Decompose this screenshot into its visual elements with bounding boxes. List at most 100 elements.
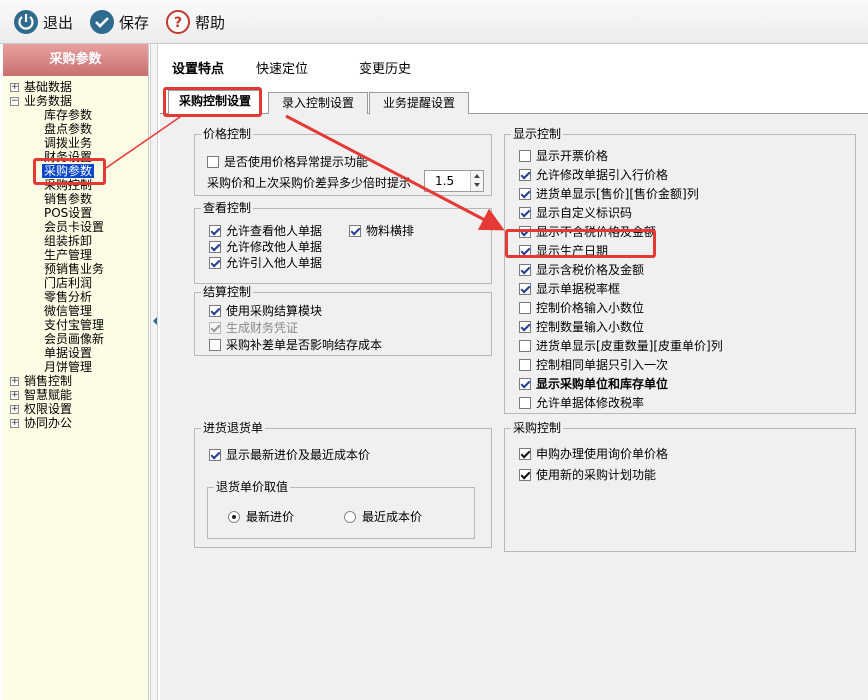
checkbox[interactable] — [519, 149, 531, 162]
group-title: 查看控制 — [201, 200, 254, 216]
checkbox[interactable] — [519, 206, 531, 219]
spinner-arrows-icon[interactable] — [470, 171, 483, 191]
radio-row[interactable]: 最近成本价 — [344, 508, 422, 525]
checkbox-row[interactable]: 显示自定义标识码 — [519, 204, 632, 221]
tree-node-child[interactable]: 生产管理 — [44, 248, 92, 262]
checkbox[interactable] — [209, 256, 221, 269]
checkbox[interactable] — [519, 168, 531, 181]
tree-node-child[interactable]: POS设置 — [44, 206, 92, 220]
ratio-spinner[interactable]: 1.5 — [424, 170, 484, 192]
checkbox[interactable] — [209, 224, 221, 237]
exit-label: 退出 — [43, 13, 74, 32]
tree-node-permissions[interactable]: 权限设置 — [24, 402, 72, 416]
checkbox[interactable] — [519, 377, 531, 390]
expand-icon[interactable]: + — [10, 391, 19, 400]
checkbox-row[interactable]: 允许修改单据引入行价格 — [519, 166, 668, 183]
tree-node-child[interactable]: 库存参数 — [44, 108, 92, 122]
tree-node-child[interactable]: 零售分析 — [44, 290, 92, 304]
group-title: 显示控制 — [511, 126, 564, 142]
tree-node-child[interactable]: 调拨业务 — [44, 136, 92, 150]
return-price-group: 退货单价取值 最新进价 最近成本价 — [207, 479, 475, 539]
checkbox[interactable] — [519, 468, 531, 481]
checkbox[interactable] — [209, 448, 221, 461]
tree-node-child[interactable]: 微信管理 — [44, 304, 92, 318]
tree-node-child[interactable]: 月饼管理 — [44, 360, 92, 374]
checkbox[interactable] — [519, 263, 531, 276]
settlement-control-group: 结算控制 使用采购结算模块 生成财务凭证 采购补差单是否影响结存成本 — [194, 284, 492, 356]
tab-business-reminder[interactable]: 业务提醒设置 — [369, 92, 469, 114]
toolbar: 退出 保存 ? 帮助 — [0, 0, 868, 44]
tree-node-business[interactable]: 业务数据 — [24, 94, 72, 108]
tree-node-child[interactable]: 会员画像新 — [44, 332, 104, 346]
checkbox-row[interactable]: 显示单据税率框 — [519, 280, 620, 297]
checkbox[interactable] — [519, 396, 531, 409]
checkbox-row[interactable]: 使用新的采购计划功能 — [519, 466, 656, 483]
radio-button[interactable] — [344, 510, 356, 523]
tree-node-child[interactable]: 会员卡设置 — [44, 220, 104, 234]
tree-node-child[interactable]: 单据设置 — [44, 346, 92, 360]
tab-entry-control[interactable]: 录入控制设置 — [268, 92, 368, 114]
save-button[interactable]: 保存 — [90, 8, 149, 36]
checkbox[interactable] — [209, 304, 221, 317]
panel-splitter[interactable] — [150, 44, 158, 700]
checkbox-row[interactable]: 控制数量输入小数位 — [519, 318, 644, 335]
checkbox-label: 进货单显示[售价][售价金额]列 — [536, 187, 699, 201]
checkbox[interactable] — [349, 224, 361, 237]
checkbox-row[interactable]: 允许查看他人单据 — [209, 222, 322, 239]
sidebar: 采购参数 + 基础数据 − 业务数据 库存参数 盘点参数 调拨业务 财务设置 采… — [3, 44, 149, 700]
expand-icon[interactable]: + — [10, 377, 19, 386]
checkbox-row[interactable]: 允许修改他人单据 — [209, 238, 322, 255]
checkbox-row[interactable]: 显示采购单位和库存单位 — [519, 375, 668, 392]
tree-node-child[interactable]: 支付宝管理 — [44, 318, 104, 332]
checkbox[interactable] — [519, 301, 531, 314]
group-title: 进货退货单 — [201, 420, 266, 436]
expand-icon[interactable]: + — [10, 419, 19, 428]
checkbox-row[interactable]: 允许单据体修改税率 — [519, 394, 644, 411]
expand-icon[interactable]: + — [10, 405, 19, 414]
checkbox-row[interactable]: 控制价格输入小数位 — [519, 299, 644, 316]
tree-node-collab[interactable]: 协同办公 — [24, 416, 72, 430]
group-title: 采购控制 — [511, 420, 564, 436]
tree-node-child[interactable]: 预销售业务 — [44, 262, 104, 276]
checkbox-row[interactable]: 采购补差单是否影响结存成本 — [209, 336, 382, 353]
exit-button[interactable]: 退出 — [14, 8, 73, 36]
checkbox-row[interactable]: 是否使用价格异常提示功能 — [207, 153, 368, 170]
checkbox-row[interactable]: 进货单显示[皮重数量][皮重单价]列 — [519, 337, 723, 354]
radio-button[interactable] — [228, 510, 240, 523]
tree-node-child[interactable]: 门店利润 — [44, 276, 92, 290]
checkbox-row[interactable]: 申购办理使用询价单价格 — [519, 445, 668, 462]
expand-icon[interactable]: + — [10, 83, 19, 92]
checkbox-row[interactable]: 使用采购结算模块 — [209, 302, 322, 319]
checkbox[interactable] — [519, 447, 531, 460]
collapse-arrow-icon[interactable] — [153, 317, 157, 325]
checkbox-row[interactable]: 允许引入他人单据 — [209, 254, 322, 271]
checkbox[interactable] — [209, 240, 221, 253]
checkbox-row[interactable]: 物料横排 — [349, 222, 414, 239]
checkbox[interactable] — [519, 187, 531, 200]
checkbox-row[interactable]: 进货单显示[售价][售价金额]列 — [519, 185, 699, 202]
checkbox-row[interactable]: 显示最新进价及最近成本价 — [209, 446, 370, 463]
radio-label: 最近成本价 — [362, 510, 423, 524]
price-control-group: 价格控制 是否使用价格异常提示功能 采购价和上次采购价差异多少倍时提示 1.5 — [194, 126, 492, 196]
tree-node-basic[interactable]: 基础数据 — [24, 80, 72, 94]
checkbox[interactable] — [207, 155, 219, 168]
checkbox[interactable] — [519, 339, 531, 352]
collapse-icon[interactable]: − — [10, 97, 19, 106]
tree-node-child[interactable]: 销售参数 — [44, 192, 92, 206]
checkbox-row[interactable]: 显示开票价格 — [519, 147, 608, 164]
radio-row[interactable]: 最新进价 — [228, 508, 294, 525]
tab-quick-locate[interactable]: 快速定位 — [256, 58, 308, 77]
checkbox-row[interactable]: 控制相同单据只引入一次 — [519, 356, 668, 373]
tree-node-child[interactable]: 盘点参数 — [44, 122, 92, 136]
checkbox[interactable] — [519, 358, 531, 371]
tree-node-child[interactable]: 组装拆卸 — [44, 234, 92, 248]
checkbox[interactable] — [519, 320, 531, 333]
help-button[interactable]: ? 帮助 — [166, 8, 225, 36]
checkbox[interactable] — [209, 338, 221, 351]
tab-settings[interactable]: 设置特点 — [172, 58, 224, 77]
checkbox-row[interactable]: 显示含税价格及金额 — [519, 261, 644, 278]
tree-node-sales-control[interactable]: 销售控制 — [24, 374, 72, 388]
checkbox[interactable] — [519, 282, 531, 295]
tree-node-smart[interactable]: 智慧赋能 — [24, 388, 72, 402]
tab-change-history[interactable]: 变更历史 — [359, 58, 411, 77]
